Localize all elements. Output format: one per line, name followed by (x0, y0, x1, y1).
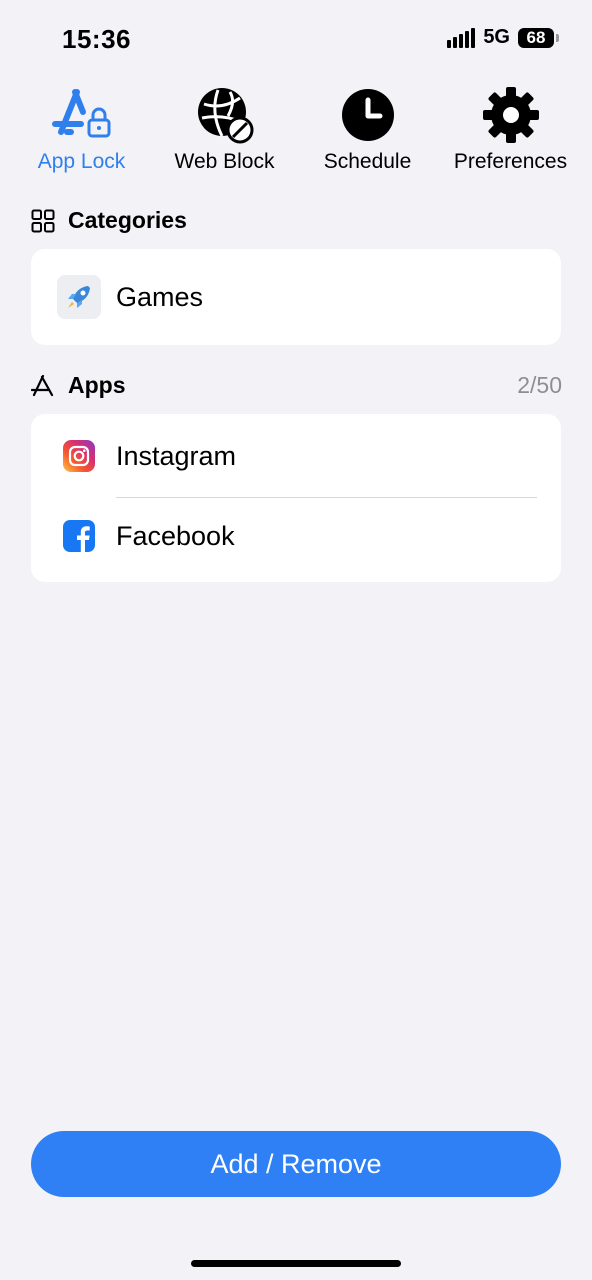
status-time: 15:36 (62, 24, 131, 54)
clock-icon (337, 84, 399, 146)
list-item-games[interactable]: Games (31, 249, 561, 345)
tab-schedule[interactable]: Schedule (296, 84, 439, 174)
rocket-icon (57, 275, 101, 319)
categories-card: Games (31, 249, 561, 345)
top-tab-bar: App Lock Web Block Schedule Preferences (10, 84, 582, 174)
home-indicator[interactable] (191, 1260, 401, 1267)
categories-title: Categories (68, 207, 187, 233)
row-label-instagram: Instagram (116, 440, 237, 471)
app-store-lock-icon (51, 84, 113, 146)
tab-label-app-lock: App Lock (37, 150, 126, 173)
tab-preferences[interactable]: Preferences (439, 84, 582, 174)
cellular-signal-icon (447, 27, 476, 48)
instagram-icon (57, 434, 101, 478)
list-item-instagram[interactable]: Instagram (31, 414, 561, 498)
apps-card: Instagram Facebook (31, 414, 561, 582)
facebook-icon (57, 514, 101, 558)
status-bar: 15:36 5G 68 (0, 0, 592, 80)
tab-web-block[interactable]: Web Block (153, 84, 296, 174)
network-type: 5G (483, 26, 510, 48)
tab-label-schedule: Schedule (323, 150, 412, 173)
row-label-facebook: Facebook (116, 520, 235, 551)
list-item-facebook[interactable]: Facebook (31, 498, 561, 574)
apps-title: Apps (68, 372, 126, 398)
tab-label-web-block: Web Block (174, 150, 275, 173)
tab-label-preferences: Preferences (453, 150, 568, 173)
battery-icon: 68 (518, 27, 559, 48)
globe-block-icon (194, 84, 256, 146)
gear-icon (480, 84, 542, 146)
status-indicators: 5G 68 (447, 26, 559, 49)
app-store-icon (30, 373, 56, 399)
battery-level: 68 (526, 27, 546, 47)
categories-section-header: Categories (30, 207, 562, 234)
apps-section-header: Apps 2/50 (30, 372, 562, 399)
tab-app-lock[interactable]: App Lock (10, 84, 153, 174)
row-label-games: Games (116, 281, 204, 312)
grid-icon (30, 208, 56, 234)
apps-count: 2/50 (517, 372, 562, 398)
add-remove-button[interactable]: Add / Remove (31, 1131, 561, 1197)
